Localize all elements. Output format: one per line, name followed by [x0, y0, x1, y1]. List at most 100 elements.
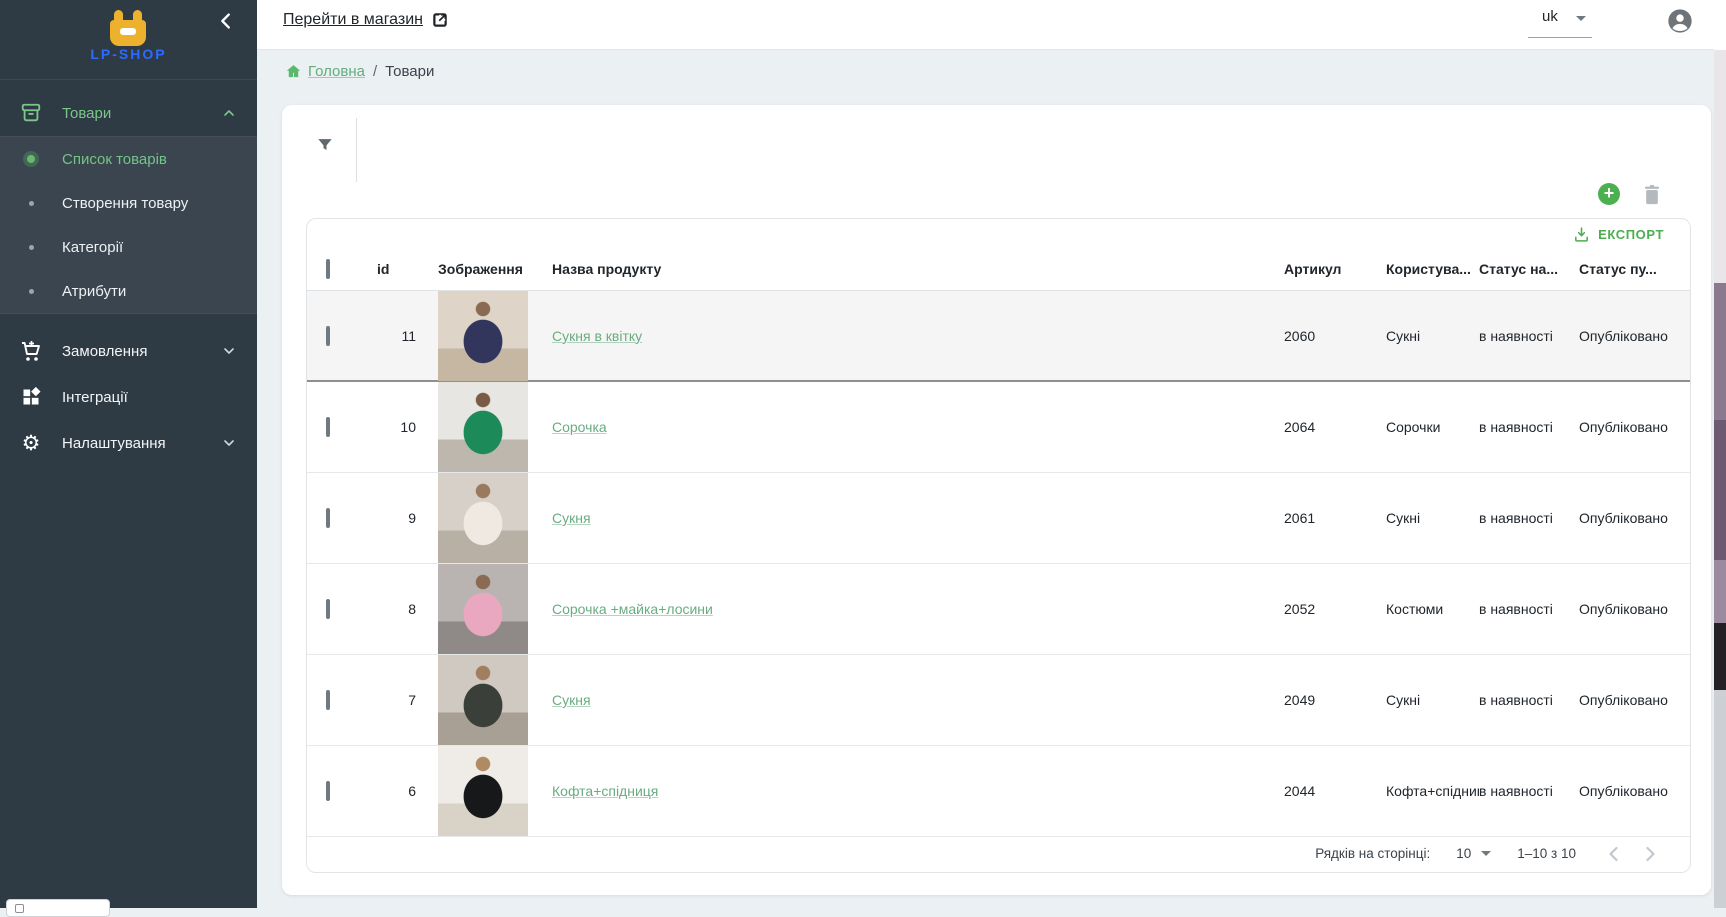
product-image [438, 564, 528, 654]
row-checkbox[interactable] [326, 326, 330, 346]
active-dot-icon [0, 155, 62, 163]
product-stock-status: в наявності [1479, 328, 1579, 344]
language-select[interactable]: uk [1534, 8, 1588, 26]
sidebar-item-attributes[interactable]: Атрибути [0, 269, 257, 313]
product-image [438, 655, 528, 745]
add-product-button[interactable]: + [1598, 183, 1620, 205]
chevron-down-icon [221, 343, 237, 359]
dot-icon [0, 289, 62, 294]
previous-page-button[interactable] [1602, 842, 1626, 866]
product-user-category: Костюми [1386, 601, 1479, 617]
product-stock-status: в наявності [1479, 419, 1579, 435]
header-stock-status[interactable]: Статус на... [1479, 261, 1579, 277]
product-image [438, 291, 528, 381]
product-id: 11 [367, 328, 422, 344]
products-table: ЕКСПОРТ id Зображення Назва продукту Арт… [306, 218, 1691, 873]
sidebar-item-products[interactable]: Товари [0, 90, 257, 136]
product-user-category: Сукні [1386, 692, 1479, 708]
breadcrumb-home-link[interactable]: Головна [285, 63, 365, 80]
breadcrumb: Головна / Товари [285, 63, 434, 80]
product-name-link[interactable]: Сорочка +майка+лосини [552, 601, 713, 617]
export-button[interactable]: ЕКСПОРТ [1573, 226, 1664, 243]
row-checkbox[interactable] [326, 417, 330, 437]
product-stock-status: в наявності [1479, 601, 1579, 617]
chevron-up-icon [221, 105, 237, 121]
row-checkbox[interactable] [326, 781, 330, 801]
header-id[interactable]: id [367, 261, 422, 277]
product-user-category: Кофта+спідниц [1386, 783, 1479, 799]
header-publish-status[interactable]: Статус пу... [1579, 261, 1691, 277]
product-user-category: Сукні [1386, 510, 1479, 526]
header-name[interactable]: Назва продукту [544, 261, 1284, 277]
product-image [438, 473, 528, 563]
sidebar-item-label: Замовлення [62, 343, 147, 360]
go-to-store-link[interactable]: Перейти в магазин [283, 11, 449, 29]
browser-status-bubble [6, 899, 110, 917]
row-checkbox[interactable] [326, 508, 330, 528]
product-name-link[interactable]: Сорочка [552, 419, 607, 435]
row-checkbox[interactable] [326, 599, 330, 619]
toolbar-divider [356, 118, 357, 182]
products-box-icon [0, 102, 62, 124]
products-card: + ЕКСПОРТ id Зображення Назва продукту А… [282, 105, 1711, 895]
product-row: 10 Сорочка 2064 Сорочки в наявності Опуб… [307, 382, 1691, 473]
product-name-link[interactable]: Сукня [552, 692, 591, 708]
home-icon [285, 63, 302, 80]
product-sku: 2044 [1284, 783, 1386, 799]
gear-icon: ⚙ [0, 433, 62, 454]
rows-per-page-select[interactable]: 10 [1456, 846, 1491, 861]
product-name-link[interactable]: Сукня в квітку [552, 328, 642, 344]
sidebar-item-product-create[interactable]: Створення товару [0, 181, 257, 225]
product-row: 9 Сукня 2061 Сукні в наявності Опубліков… [307, 473, 1691, 564]
account-avatar-button[interactable] [1666, 7, 1694, 35]
product-sku: 2060 [1284, 328, 1386, 344]
dot-icon [0, 201, 62, 206]
sidebar-item-orders[interactable]: Замовлення [0, 328, 257, 374]
product-name-link[interactable]: Кофта+спідниця [552, 783, 658, 799]
product-sku: 2052 [1284, 601, 1386, 617]
product-name-link[interactable]: Сукня [552, 510, 591, 526]
sidebar-item-integrations[interactable]: Інтеграції [0, 374, 257, 420]
product-row: 11 Сукня в квітку 2060 Сукні в наявності… [307, 291, 1691, 382]
product-id: 6 [367, 783, 422, 799]
pagination-range: 1–10 з 10 [1517, 846, 1576, 861]
window-edge-artifact [1714, 0, 1726, 908]
delete-icon[interactable] [1642, 184, 1662, 206]
cart-plus-icon [0, 339, 62, 363]
header-user[interactable]: Користува... [1386, 261, 1479, 277]
chevron-down-icon [221, 435, 237, 451]
caret-down-icon [1576, 16, 1586, 21]
logo-text: LP-SHOP [0, 46, 257, 62]
sidebar-item-settings[interactable]: ⚙ Налаштування [0, 420, 257, 466]
main-content: Головна / Товари + ЕКСПОРТ id Зображення [257, 50, 1726, 908]
product-publish-status: Опубліковано [1579, 692, 1691, 708]
sidebar-collapse-button[interactable] [215, 10, 237, 32]
download-icon [1573, 226, 1590, 243]
product-id: 8 [367, 601, 422, 617]
product-id: 9 [367, 510, 422, 526]
rows-per-page-label: Рядків на сторінці: [1315, 846, 1430, 861]
row-checkbox[interactable] [326, 690, 330, 710]
sidebar-item-categories[interactable]: Категорії [0, 225, 257, 269]
product-publish-status: Опубліковано [1579, 419, 1691, 435]
product-publish-status: Опубліковано [1579, 601, 1691, 617]
next-page-button[interactable] [1638, 842, 1662, 866]
products-submenu: Список товарів Створення товару Категорі… [0, 136, 257, 314]
integrations-icon [0, 387, 62, 407]
product-id: 10 [367, 419, 422, 435]
header-image[interactable]: Зображення [422, 261, 544, 277]
sidebar-item-product-list[interactable]: Список товарів [0, 137, 257, 181]
table-body: 11 Сукня в квітку 2060 Сукні в наявності… [307, 291, 1691, 837]
header-sku[interactable]: Артикул [1284, 261, 1386, 277]
topbar: Перейти в магазин uk [257, 0, 1726, 50]
dot-icon [0, 245, 62, 250]
sidebar-item-label: Налаштування [62, 435, 166, 452]
product-stock-status: в наявності [1479, 510, 1579, 526]
select-all-checkbox[interactable] [326, 259, 330, 279]
filter-icon[interactable] [315, 135, 337, 157]
table-header-row: id Зображення Назва продукту Артикул Кор… [307, 247, 1691, 291]
product-row: 7 Сукня 2049 Сукні в наявності Опубліков… [307, 655, 1691, 746]
sidebar-item-label: Інтеграції [62, 389, 128, 406]
product-stock-status: в наявності [1479, 783, 1579, 799]
shop-bag-icon [108, 10, 148, 48]
